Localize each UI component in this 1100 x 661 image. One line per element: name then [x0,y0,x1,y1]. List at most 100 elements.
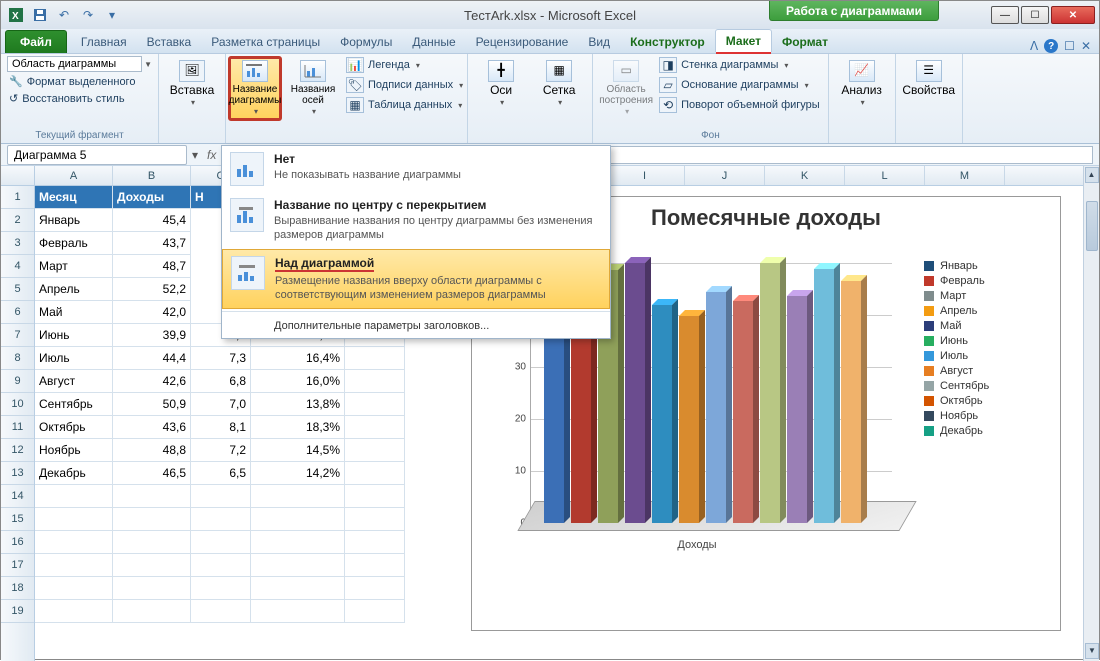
cell[interactable]: Ноябрь [35,439,113,462]
cell[interactable]: Апрель [35,278,113,301]
chart-bar[interactable] [652,305,672,523]
cell[interactable]: Октябрь [35,416,113,439]
close-button[interactable]: ✕ [1051,6,1095,24]
tab-home[interactable]: Главная [71,31,137,53]
namebox-dropdown-icon[interactable]: ▾ [187,148,203,162]
row-header[interactable]: 11 [1,416,34,439]
empty-cell[interactable] [191,554,251,577]
cell[interactable]: 14,2% [251,462,345,485]
empty-cell[interactable] [191,600,251,623]
cell[interactable]: 7,2 [191,439,251,462]
empty-cell[interactable] [345,577,405,600]
chart-bar[interactable] [841,281,861,523]
select-all-corner[interactable] [1,166,35,185]
cell[interactable]: 48,8 [113,439,191,462]
legend-item[interactable]: Июнь [924,335,1054,347]
empty-cell[interactable] [345,439,405,462]
empty-cell[interactable] [345,416,405,439]
row-header[interactable]: 1 [1,186,34,209]
dropdown-icon[interactable]: ▼ [144,60,152,69]
tab-review[interactable]: Рецензирование [466,31,579,53]
cell[interactable]: 45,4 [113,209,191,232]
cell[interactable]: 46,5 [113,462,191,485]
data-labels-button[interactable]: 🏷Подписи данных▾ [344,76,465,94]
scroll-thumb[interactable] [1086,201,1098,251]
row-header[interactable]: 15 [1,508,34,531]
cell[interactable]: Январь [35,209,113,232]
table-header[interactable]: Месяц [35,186,113,209]
empty-cell[interactable] [191,577,251,600]
option-above[interactable]: Над диаграммойРазмещение названия вверху… [222,249,610,310]
legend-item[interactable]: Июль [924,350,1054,362]
legend-item[interactable]: Апрель [924,305,1054,317]
row-header[interactable]: 9 [1,370,34,393]
cell[interactable]: 13,8% [251,393,345,416]
empty-cell[interactable] [113,577,191,600]
empty-cell[interactable] [113,485,191,508]
reset-style-button[interactable]: ↺Восстановить стиль [7,91,152,106]
insert-button[interactable]: 🖼 Вставка▾ [165,56,219,112]
legend-item[interactable]: Февраль [924,275,1054,287]
empty-cell[interactable] [113,508,191,531]
chart-floor-button[interactable]: ▱Основание диаграммы▾ [657,76,822,94]
chart-wall-button[interactable]: ◨Стенка диаграммы▾ [657,56,822,74]
empty-cell[interactable] [345,462,405,485]
column-header[interactable]: M [925,166,1005,185]
empty-cell[interactable] [191,508,251,531]
empty-cell[interactable] [35,485,113,508]
excel-icon[interactable]: X [5,5,27,25]
axis-titles-button[interactable]: Названия осей▾ [286,56,340,121]
qat-dropdown-icon[interactable]: ▾ [101,5,123,25]
legend-item[interactable]: Май [924,320,1054,332]
cell[interactable]: Июль [35,347,113,370]
column-header[interactable]: K [765,166,845,185]
format-selection-button[interactable]: 🔧Формат выделенного [7,74,152,89]
column-header[interactable]: J [685,166,765,185]
cell[interactable]: 42,0 [113,301,191,324]
empty-cell[interactable] [345,600,405,623]
row-header[interactable]: 13 [1,462,34,485]
save-icon[interactable] [29,5,51,25]
chart-legend[interactable]: ЯнварьФевральМартАпрельМайИюньИюльАвгуст… [924,257,1054,440]
legend-item[interactable]: Ноябрь [924,410,1054,422]
empty-cell[interactable] [345,531,405,554]
empty-cell[interactable] [251,554,345,577]
vertical-scrollbar[interactable]: ▲ ▼ [1083,166,1099,661]
name-box[interactable]: Диаграмма 5 [7,145,187,165]
chart-element-selector[interactable]: Область диаграммы [7,56,142,72]
empty-cell[interactable] [113,531,191,554]
row-header[interactable]: 10 [1,393,34,416]
tab-page-layout[interactable]: Разметка страницы [201,31,330,53]
file-tab[interactable]: Файл [5,30,67,53]
window-restore-icon[interactable]: ☐ [1064,39,1075,53]
legend-item[interactable]: Март [924,290,1054,302]
cell[interactable]: Август [35,370,113,393]
chart-bar[interactable] [814,269,834,523]
redo-icon[interactable]: ↷ [77,5,99,25]
row-header[interactable]: 12 [1,439,34,462]
row-header[interactable]: 16 [1,531,34,554]
cell[interactable]: 18,3% [251,416,345,439]
empty-cell[interactable] [345,347,405,370]
column-header[interactable]: B [113,166,191,185]
chart-bar[interactable] [760,263,780,523]
cell[interactable]: Май [35,301,113,324]
plot-area-button[interactable]: ▭Область построения▾ [599,56,653,121]
cell[interactable]: 16,4% [251,347,345,370]
empty-cell[interactable] [35,554,113,577]
cell[interactable]: 16,0% [251,370,345,393]
empty-cell[interactable] [35,577,113,600]
data-table-button[interactable]: ▦Таблица данных▾ [344,96,465,114]
undo-icon[interactable]: ↶ [53,5,75,25]
empty-cell[interactable] [191,485,251,508]
table-header[interactable]: Доходы [113,186,191,209]
cell[interactable]: Февраль [35,232,113,255]
column-header[interactable]: A [35,166,113,185]
empty-cell[interactable] [35,508,113,531]
rotation-button[interactable]: ⟲Поворот объемной фигуры [657,96,822,114]
minimize-button[interactable]: — [991,6,1019,24]
cell[interactable]: 6,8 [191,370,251,393]
column-header[interactable]: I [605,166,685,185]
cell[interactable]: 8,1 [191,416,251,439]
option-overlay[interactable]: Название по центру с перекрытиемВыравнив… [222,192,610,249]
